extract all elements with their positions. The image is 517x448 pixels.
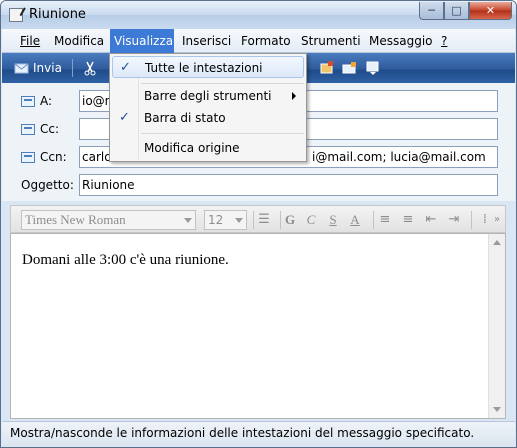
subject-field[interactable]: Riunione — [79, 174, 498, 196]
view-menu: ✓ Tutte le intestazioni Barre degli stru… — [109, 53, 307, 162]
vertical-scrollbar[interactable] — [488, 234, 505, 418]
menu-separator — [141, 83, 304, 84]
menu-help-label: ? — [441, 34, 448, 48]
chevron-down-icon — [184, 218, 192, 223]
scroll-down-icon[interactable] — [493, 407, 501, 412]
menu-visualizza-label: Visualizza — [114, 34, 174, 48]
toolbar-separator — [280, 211, 281, 229]
submenu-arrow-icon — [292, 92, 296, 100]
menu-strumenti[interactable]: Strumenti — [297, 29, 365, 53]
increase-indent-icon[interactable]: ⇥ — [446, 211, 462, 229]
minimize-button[interactable]: ─ — [419, 2, 444, 20]
send-icon — [14, 63, 29, 74]
maximize-button[interactable]: □ — [444, 2, 469, 20]
underline-icon[interactable]: S — [325, 211, 341, 229]
subject-label: Oggetto: — [21, 178, 74, 192]
menu-item-edit-source[interactable]: Modifica origine — [112, 137, 304, 159]
menu-item-all-headers[interactable]: ✓ Tutte le intestazioni — [112, 56, 304, 78]
cc-label: Cc: — [40, 122, 60, 136]
menu-item-status-bar[interactable]: ✓ Barra di stato — [112, 107, 304, 129]
menu-item-label: Barra di stato — [144, 111, 226, 125]
font-select-value: Times New Roman — [25, 212, 126, 227]
body-text: Domani alle 3:00 c'è una riunione. — [22, 252, 229, 268]
font-size-select[interactable]: 12 — [204, 210, 247, 230]
menu-item-label: Modifica origine — [144, 141, 240, 155]
menu-modifica-label: Modifica — [54, 34, 105, 48]
menu-strumenti-label: Strumenti — [301, 34, 361, 48]
message-body[interactable]: Domani alle 3:00 c'è una riunione. — [10, 233, 506, 419]
send-label: Invia — [33, 61, 62, 75]
font-size-value: 12 — [208, 213, 224, 227]
formatting-toolbar: Times New Roman 12 ☰ G C S A ≡ ≡ ⇤ ⇥ ⁞ » — [10, 205, 506, 233]
send-button[interactable]: Invia — [12, 58, 64, 78]
compose-icon — [9, 8, 23, 22]
toolbar-separator — [72, 59, 73, 77]
chevron-down-icon — [235, 218, 243, 223]
address-book-icon — [21, 124, 35, 135]
font-color-icon[interactable]: A — [347, 211, 363, 229]
status-bar: Mostra/nasconde le informazioni delle in… — [2, 421, 515, 447]
font-select[interactable]: Times New Roman — [21, 210, 196, 230]
cut-icon[interactable] — [82, 60, 98, 76]
window-title: Riunione — [29, 7, 86, 22]
menu-messaggio-label: Messaggio — [369, 34, 433, 48]
decrease-indent-icon[interactable]: ⇤ — [423, 211, 439, 229]
bcc-label: Ccn: — [40, 150, 67, 164]
menu-help[interactable]: ? — [437, 29, 451, 53]
menu-formato[interactable]: Formato — [237, 29, 295, 53]
menu-inserisci-label: Inserisci — [182, 34, 232, 48]
bcc-button[interactable]: Ccn: — [19, 148, 73, 166]
paragraph-style-icon[interactable]: ☰ — [256, 211, 272, 229]
toolbar-separator — [373, 211, 374, 229]
menu-item-toolbars[interactable]: Barre degli strumenti — [112, 85, 304, 107]
menu-separator — [141, 133, 304, 134]
menu-file-label: File — [20, 34, 41, 48]
address-book-icon — [21, 96, 35, 107]
address-book-icon — [21, 152, 35, 163]
attach-icon[interactable] — [319, 60, 335, 76]
to-label: A: — [40, 94, 53, 108]
more-icon[interactable]: » — [489, 211, 505, 229]
scroll-up-icon[interactable] — [493, 240, 501, 245]
check-icon: ✓ — [120, 60, 131, 75]
check-icon: ✓ — [119, 110, 130, 125]
menu-modifica[interactable]: Modifica — [50, 29, 108, 53]
menu-item-label: Tutte le intestazioni — [145, 61, 263, 75]
subject-row: Oggetto: Riunione — [2, 172, 515, 196]
bold-icon[interactable]: G — [282, 211, 298, 229]
status-text: Mostra/nasconde le informazioni delle in… — [10, 426, 475, 440]
cc-button[interactable]: Cc: — [19, 120, 73, 138]
toolbar-separator — [471, 211, 472, 229]
title-bar[interactable]: Riunione ─ □ ✕ — [1, 1, 516, 29]
priority-icon[interactable] — [342, 60, 358, 76]
toolbar-separator — [253, 211, 254, 229]
sign-icon[interactable] — [365, 60, 381, 76]
menu-item-label: Barre degli strumenti — [144, 89, 272, 103]
close-button[interactable]: ✕ — [469, 2, 512, 20]
italic-icon[interactable]: C — [303, 211, 319, 229]
menu-visualizza[interactable]: Visualizza — [110, 29, 174, 53]
menu-file[interactable]: File — [16, 29, 44, 53]
menu-formato-label: Formato — [241, 34, 291, 48]
bcc-value-start: carlo — [82, 150, 112, 164]
menu-inserisci[interactable]: Inserisci — [178, 29, 235, 53]
bcc-value-end: i@mail.com; lucia@mail.com — [312, 150, 486, 164]
menu-bar: File Modifica Visualizza Inserisci Forma… — [2, 29, 515, 53]
to-button[interactable]: A: — [19, 92, 73, 110]
menu-messaggio[interactable]: Messaggio — [365, 29, 437, 53]
compose-window: Riunione ─ □ ✕ File Modifica Visualizza … — [0, 0, 517, 448]
bullet-list-icon[interactable]: ≡ — [400, 211, 416, 229]
numbered-list-icon[interactable]: ≡ — [377, 211, 393, 229]
